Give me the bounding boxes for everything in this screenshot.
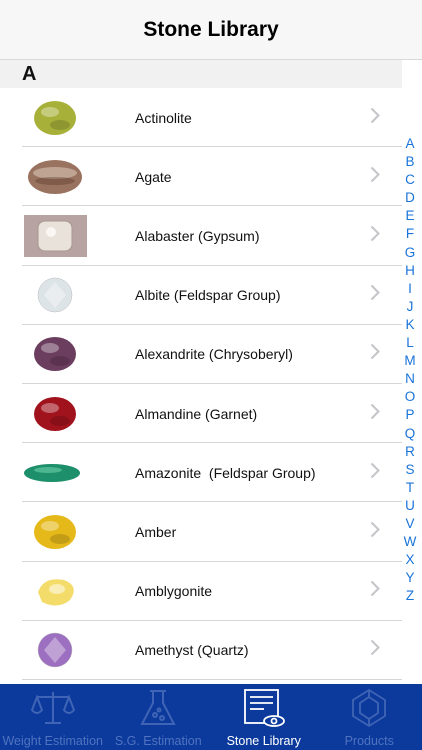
index-letter[interactable]: W [404, 533, 417, 551]
chevron-right-icon [370, 343, 380, 365]
tab-products[interactable]: Products [317, 684, 422, 750]
stone-thumbnail [24, 570, 87, 612]
index-letter[interactable]: N [405, 370, 415, 388]
list-item[interactable]: Amazonite (Feldspar Group) [0, 443, 402, 503]
index-letter[interactable]: U [405, 497, 415, 515]
list-item[interactable]: Alexandrite (Chrysoberyl) [0, 325, 402, 385]
index-letter[interactable]: B [405, 153, 414, 171]
stone-thumbnail [24, 274, 87, 316]
index-letter[interactable]: L [406, 334, 414, 352]
page-title: Stone Library [143, 17, 279, 41]
tab-stone-library[interactable]: Stone Library [211, 684, 317, 750]
stone-thumbnail [24, 511, 87, 553]
index-letter[interactable]: E [405, 207, 414, 225]
index-letter[interactable]: G [405, 244, 416, 262]
stone-name: Agate [135, 168, 172, 185]
index-letter[interactable]: P [405, 406, 414, 424]
tab-s-g-estimation[interactable]: S.G. Estimation [106, 684, 212, 750]
stone-name: Alabaster (Gypsum) [135, 227, 260, 244]
index-letter[interactable]: Y [405, 569, 414, 587]
alphabet-index[interactable]: ABCDEFGHIJKLMNOPQRSTUVWXYZ [402, 135, 418, 605]
stone-thumbnail [24, 452, 87, 494]
scale-icon [30, 688, 75, 733]
index-letter[interactable]: Q [405, 425, 416, 443]
index-letter[interactable]: V [405, 515, 414, 533]
index-letter[interactable]: H [405, 262, 415, 280]
stone-list: Actinolite Agate Alabaster (Gypsum) Albite … [0, 88, 402, 681]
index-letter[interactable]: C [405, 171, 415, 189]
navigation-bar: Stone Library [0, 0, 422, 60]
index-letter[interactable]: Z [406, 587, 414, 605]
tab-label: S.G. Estimation [114, 734, 202, 748]
flask-icon [136, 688, 180, 733]
library-icon [242, 688, 286, 733]
stone-name: Amethyst (Quartz) [135, 642, 249, 659]
list-item[interactable]: Amber [0, 502, 402, 562]
index-letter[interactable]: I [408, 280, 412, 298]
chevron-right-icon [370, 107, 380, 129]
index-letter[interactable]: K [405, 316, 414, 334]
list-item[interactable]: Alabaster (Gypsum) [0, 206, 402, 266]
list-item[interactable]: Agate [0, 147, 402, 207]
stone-thumbnail [24, 393, 87, 435]
index-letter[interactable]: F [406, 225, 414, 243]
tab-weight-estimation[interactable]: Weight Estimation [0, 684, 106, 750]
stone-name: Amazonite (Feldspar Group) [135, 464, 316, 481]
stone-thumbnail [24, 629, 87, 671]
stone-name: Actinolite [135, 109, 192, 126]
index-letter[interactable]: J [407, 298, 414, 316]
list-item[interactable]: Almandine (Garnet) [0, 384, 402, 444]
chevron-right-icon [370, 403, 380, 425]
stone-name: Alexandrite (Chrysoberyl) [135, 346, 293, 363]
list-item[interactable]: Amblygonite [0, 562, 402, 621]
index-letter[interactable]: S [405, 461, 414, 479]
stone-thumbnail [24, 156, 87, 198]
tab-label: Stone Library [226, 734, 301, 748]
stone-thumbnail [24, 333, 87, 375]
index-letter[interactable]: D [405, 189, 415, 207]
chevron-right-icon [370, 521, 380, 543]
stone-name: Amber [135, 523, 177, 540]
stone-name: Amblygonite [135, 583, 213, 600]
list-item[interactable]: Actinolite [0, 88, 402, 148]
chevron-right-icon [370, 225, 380, 247]
index-letter[interactable]: T [406, 479, 414, 497]
tab-bar: Weight Estimation S.G. Estimation Stone Li… [0, 684, 422, 750]
stone-thumbnail [24, 97, 87, 139]
section-header: A [0, 60, 402, 88]
chevron-right-icon [370, 166, 380, 188]
tab-label: Weight Estimation [2, 734, 103, 748]
stone-thumbnail [24, 214, 87, 257]
chevron-right-icon [370, 462, 380, 484]
index-letter[interactable]: M [404, 352, 415, 370]
index-letter[interactable]: A [405, 135, 414, 153]
index-letter[interactable]: R [405, 443, 415, 461]
index-letter[interactable]: X [405, 551, 414, 569]
list-item[interactable]: Amethyst (Quartz) [0, 621, 402, 681]
stone-name: Albite (Feldspar Group) [135, 287, 281, 304]
chevron-right-icon [370, 639, 380, 661]
chevron-right-icon [370, 580, 380, 602]
tab-label: Products [344, 734, 394, 748]
list-item[interactable]: Albite (Feldspar Group) [0, 266, 402, 325]
index-letter[interactable]: O [405, 388, 416, 406]
stone-name: Almandine (Garnet) [135, 405, 258, 422]
gem-icon [347, 688, 391, 733]
chevron-right-icon [370, 284, 380, 306]
